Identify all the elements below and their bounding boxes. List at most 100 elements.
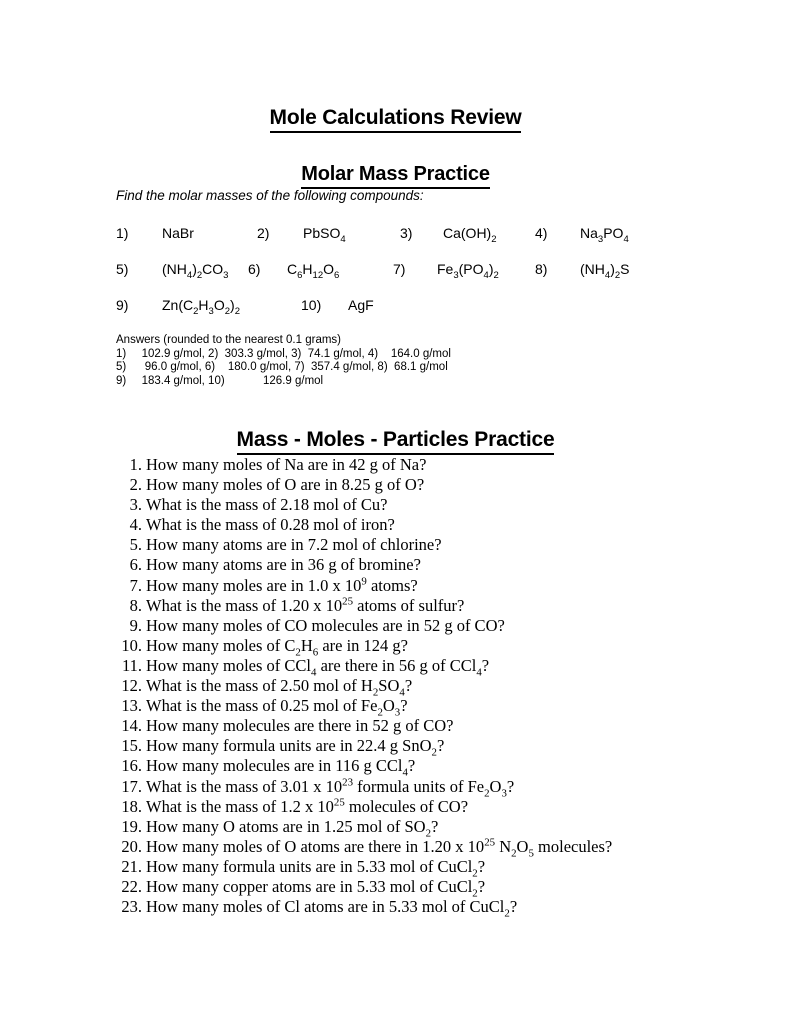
question-text: What is the mass of 2.50 mol of H2SO4?	[146, 676, 413, 699]
compound-formula: NaBr	[162, 225, 194, 241]
question-number: 19.	[121, 816, 142, 836]
compound-index: 1)	[116, 225, 129, 241]
page-title: Mole Calculations Review	[0, 106, 791, 134]
answers-line: 1) 102.9 g/mol, 2) 303.3 g/mol, 3) 74.1 …	[116, 347, 451, 360]
question-number: 9.	[129, 615, 142, 635]
question-number: 2.	[129, 475, 142, 495]
question-item: 1. How many moles of Na are in 42 g of Na…	[0, 455, 791, 475]
question-item: 3. What is the mass of 2.18 mol of Cu?	[0, 495, 791, 515]
question-number: 3.	[129, 495, 142, 515]
compound-index: 7)	[393, 261, 406, 277]
question-item: 20. How many moles of O atoms are there i…	[0, 836, 791, 860]
question-item: 7. How many moles are in 1.0 x 109 atoms?	[0, 576, 791, 596]
question-number: 10.	[121, 635, 142, 655]
compound-index: 5)	[116, 261, 129, 277]
question-text: What is the mass of 3.01 x 1023 formula …	[146, 776, 515, 799]
question-text: How many molecules are there in 52 g of …	[146, 716, 454, 736]
question-number: 14.	[121, 716, 142, 736]
question-text: What is the mass of 2.18 mol of Cu?	[146, 495, 388, 515]
compound-index: 4)	[535, 225, 548, 241]
compound-index: 6)	[248, 261, 261, 277]
question-number: 21.	[121, 856, 142, 876]
question-item: 13. What is the mass of 0.25 mol of Fe2O3…	[0, 696, 791, 719]
question-text: What is the mass of 0.28 mol of iron?	[146, 515, 395, 535]
compound-formula: C6H12O6	[287, 261, 340, 281]
question-number: 13.	[121, 696, 142, 716]
question-number: 6.	[129, 555, 142, 575]
question-text: How many moles of O are in 8.25 g of O?	[146, 475, 425, 495]
question-item: 21. How many formula units are in 5.33 mo…	[0, 856, 791, 880]
question-text: How many moles of O atoms are there in 1…	[146, 836, 613, 860]
answers-block: Answers (rounded to the nearest 0.1 gram…	[116, 334, 451, 388]
compound-index: 3)	[400, 225, 413, 241]
question-item: 16. How many molecules are in 116 g CCl4?	[0, 756, 791, 779]
compound-formula: PbSO4	[303, 225, 346, 245]
question-text: How many moles of C2H6 are in 124 g?	[146, 635, 409, 659]
question-text: How many O atoms are in 1.25 mol of SO2?	[146, 816, 439, 839]
question-item: 11. How many moles of CCl4 are there in 5…	[0, 655, 791, 679]
question-text: How many atoms are in 7.2 mol of chlorin…	[146, 535, 442, 555]
question-text: How many formula units are in 5.33 mol o…	[146, 856, 486, 880]
question-text: How many copper atoms are in 5.33 mol of…	[146, 876, 486, 900]
compound-formula: Zn(C2H3O2)2	[162, 297, 240, 317]
compound-index: 9)	[116, 297, 129, 313]
compound-index: 10)	[301, 297, 322, 313]
compound-formula: Ca(OH)2	[443, 225, 497, 245]
question-number: 5.	[129, 535, 142, 555]
question-item: 23. How many moles of Cl atoms are in 5.3…	[0, 897, 791, 920]
question-text: How many moles of Na are in 42 g of Na?	[146, 455, 427, 474]
answers-header: Answers (rounded to the nearest 0.1 gram…	[116, 334, 342, 346]
question-item: 22. How many copper atoms are in 5.33 mol…	[0, 876, 791, 900]
section-heading-mass-moles-particles-text: Mass - Moles - Particles Practice	[236, 428, 555, 456]
question-item: 19. How many O atoms are in 1.25 mol of S…	[0, 816, 791, 839]
question-number: 20.	[121, 836, 142, 856]
question-text: What is the mass of 0.25 mol of Fe2O3?	[146, 696, 408, 719]
compound-row: 1) NaBr 2) PbSO4 3) Ca(OH)2 4) Na3PO4	[0, 225, 791, 261]
question-text: How many moles of CO molecules are in 52…	[146, 615, 505, 635]
question-item: 4. What is the mass of 0.28 mol of iron?	[0, 515, 791, 535]
worksheet-page: Mole Calculations Review Molar Mass Prac…	[0, 0, 791, 1024]
section-heading-molar-mass: Molar Mass Practice	[0, 163, 791, 189]
instruction-text: Find the molar masses of the following c…	[116, 188, 424, 203]
compound-formula: Fe3(PO4)2	[437, 261, 499, 281]
question-number: 4.	[129, 515, 142, 535]
question-number: 12.	[121, 676, 142, 696]
question-item: 15. How many formula units are in 22.4 g …	[0, 736, 791, 759]
compound-index: 8)	[535, 261, 548, 277]
question-number: 11.	[121, 655, 142, 675]
question-number: 22.	[121, 876, 142, 896]
page-title-text: Mole Calculations Review	[269, 106, 522, 134]
question-item: 6. How many atoms are in 36 g of bromine?	[0, 555, 791, 575]
answers-line: 5) 96.0 g/mol, 6) 180.0 g/mol, 7) 357.4 …	[116, 361, 448, 373]
question-text: How many formula units are in 22.4 g SnO…	[146, 736, 445, 759]
question-item: 14. How many molecules are there in 52 g …	[0, 716, 791, 736]
question-text: How many moles of CCl4 are there in 56 g…	[146, 655, 490, 679]
question-list: 1. How many moles of Na are in 42 g of Na…	[0, 455, 791, 920]
answers-line: 9) 183.4 g/mol, 10) 126.9 g/mol	[116, 374, 324, 387]
question-item: 18. What is the mass of 1.2 x 1025 molecu…	[0, 797, 791, 817]
section-heading-molar-mass-text: Molar Mass Practice	[301, 163, 490, 189]
compound-formula: (NH4)2CO3	[162, 261, 229, 281]
question-number: 17.	[121, 776, 142, 796]
question-number: 7.	[129, 575, 142, 595]
question-item: 17. What is the mass of 3.01 x 1023 formu…	[0, 776, 791, 799]
question-number: 1.	[129, 455, 142, 474]
compound-row: 5) (NH4)2CO3 6) C6H12O6 7) Fe3(PO4)2 8) (NH4)2S	[0, 261, 791, 297]
question-text: How many molecules are in 116 g CCl4?	[146, 756, 416, 779]
question-number: 23.	[121, 897, 142, 917]
question-text: How many atoms are in 36 g of bromine?	[146, 555, 421, 575]
question-item: 12. What is the mass of 2.50 mol of H2SO4…	[0, 676, 791, 699]
question-text: What is the mass of 1.20 x 1025 atoms of…	[146, 595, 465, 615]
question-number: 8.	[129, 595, 142, 615]
compound-index: 2)	[257, 225, 270, 241]
question-item: 8. What is the mass of 1.20 x 1025 atoms …	[0, 596, 791, 616]
question-item: 5. How many atoms are in 7.2 mol of chlor…	[0, 535, 791, 555]
compound-list: 1) NaBr 2) PbSO4 3) Ca(OH)2 4) Na3PO4 5) (NH4)2CO…	[0, 225, 791, 333]
section-heading-mass-moles-particles: Mass - Moles - Particles Practice	[0, 428, 791, 456]
compound-formula: Na3PO4	[580, 225, 629, 245]
question-text: How many moles of Cl atoms are in 5.33 m…	[146, 897, 518, 920]
compound-formula: AgF	[348, 297, 374, 313]
question-item: 2. How many moles of O are in 8.25 g of O…	[0, 475, 791, 495]
compound-formula: (NH4)2S	[580, 261, 630, 281]
question-item: 10. How many moles of C2H6 are in 124 g?	[0, 635, 791, 659]
